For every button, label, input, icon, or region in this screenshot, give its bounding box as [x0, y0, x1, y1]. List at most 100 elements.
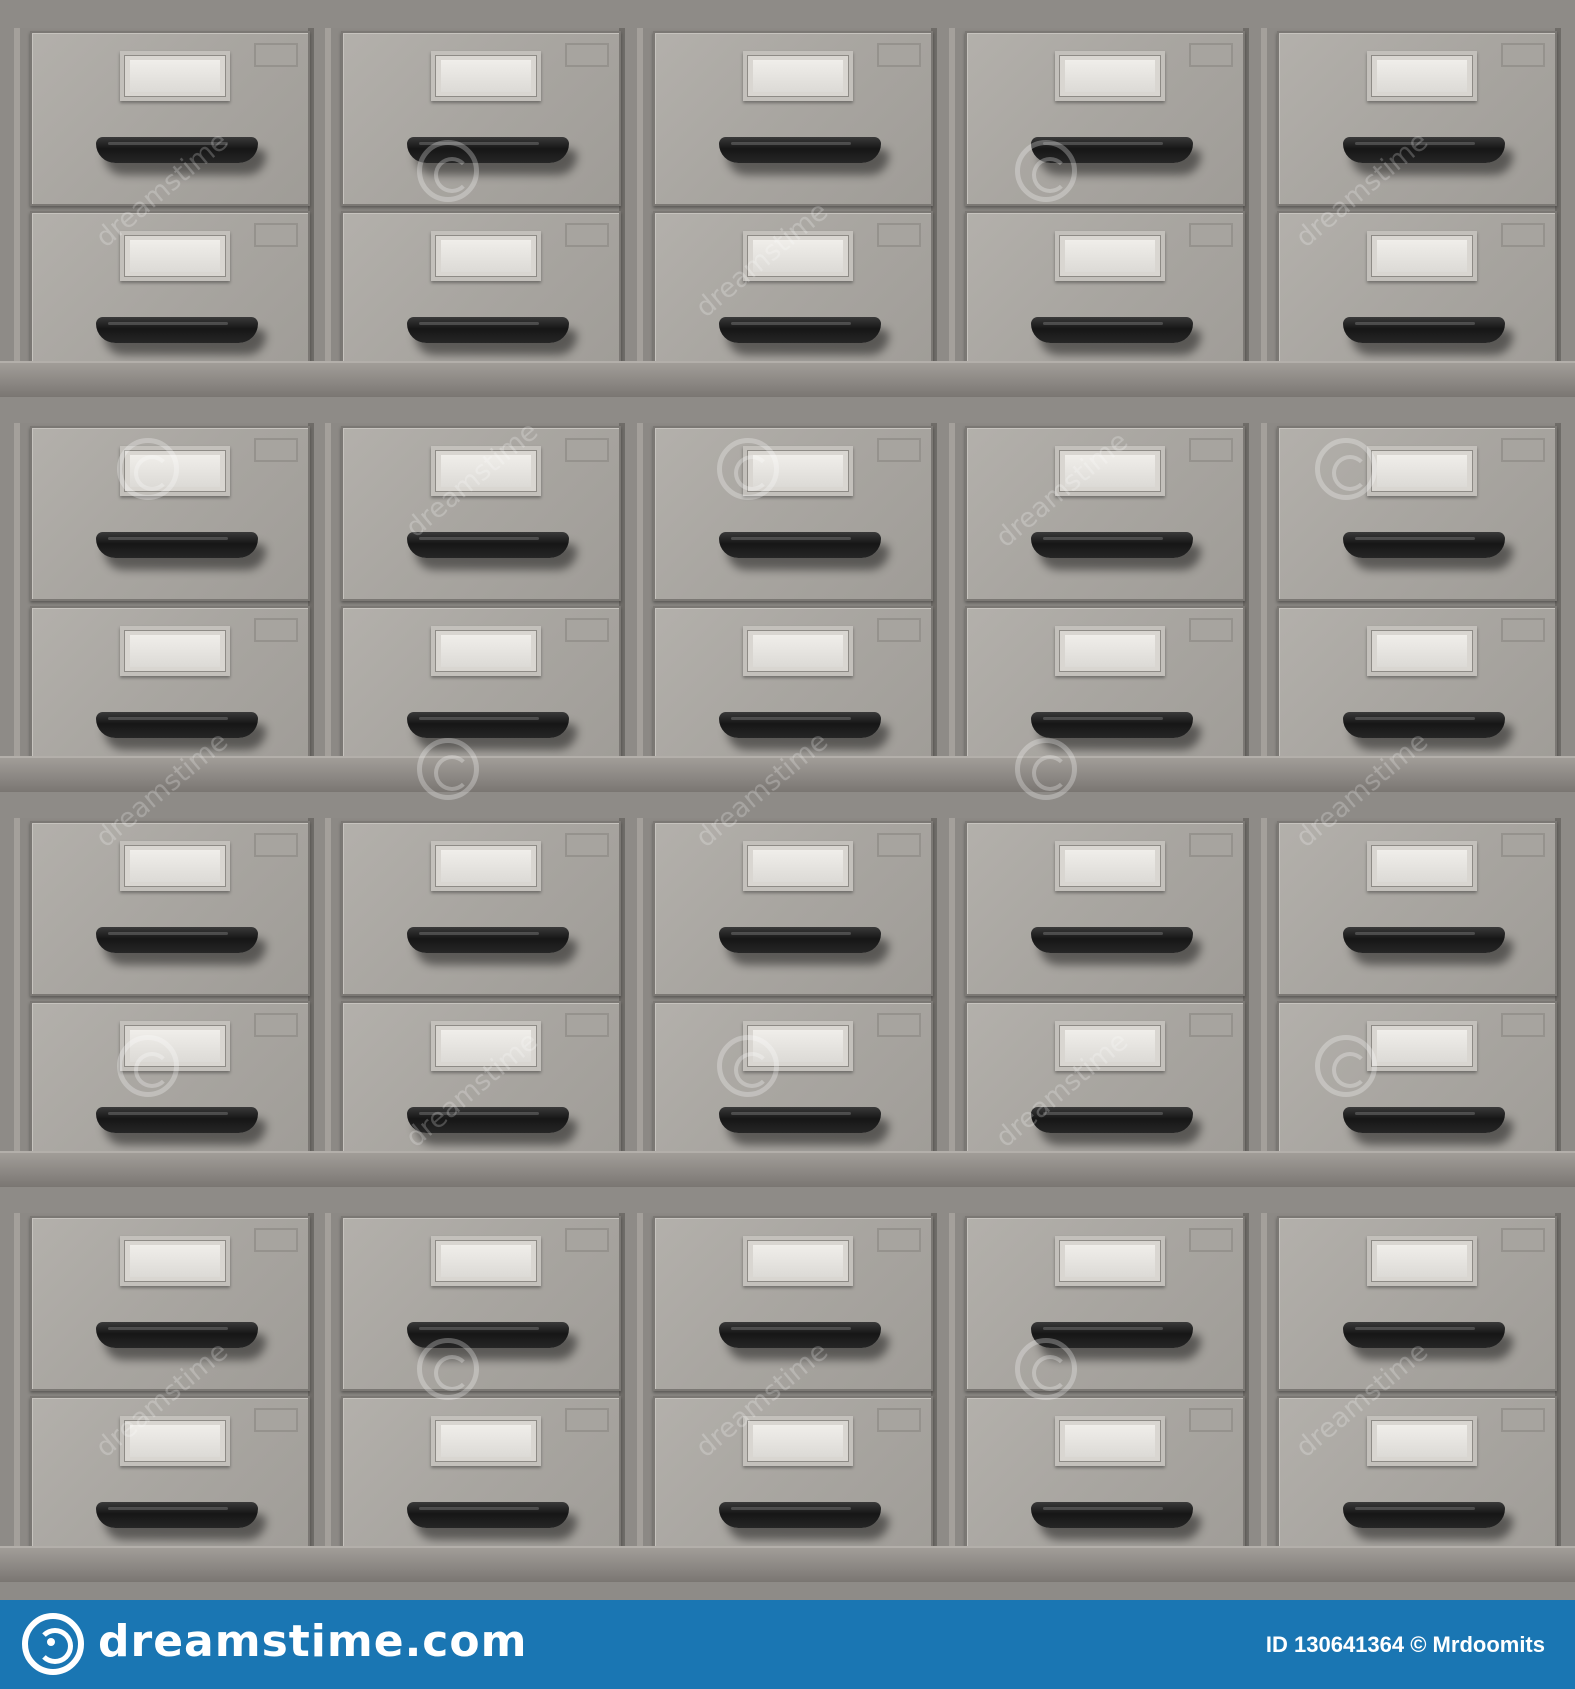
blank-label-card: [1065, 850, 1155, 882]
corner-tag: [565, 1013, 609, 1037]
corner-tag: [877, 1013, 921, 1037]
label-holder: [1055, 841, 1165, 891]
corner-tag: [1189, 1013, 1233, 1037]
drawer: [1277, 606, 1557, 781]
corner-tag: [877, 1408, 921, 1432]
corner-tag: [1189, 223, 1233, 247]
cabinet: [325, 1213, 625, 1575]
blank-label-card: [1377, 60, 1467, 92]
label-holder: [1367, 446, 1477, 496]
drawer-handle: [1031, 137, 1193, 163]
label-holder: [120, 1021, 230, 1071]
blank-label-card: [753, 60, 843, 92]
label-holder: [743, 626, 853, 676]
corner-tag: [1189, 618, 1233, 642]
blank-label-card: [753, 240, 843, 272]
drawer: [30, 821, 310, 996]
shelf-rail: [0, 361, 1575, 397]
drawer: [341, 821, 621, 996]
drawer: [653, 821, 933, 996]
label-holder: [431, 626, 541, 676]
drawer: [965, 1396, 1245, 1571]
corner-tag: [1189, 438, 1233, 462]
blank-label-card: [130, 635, 220, 667]
drawer-handle: [1031, 1502, 1193, 1528]
corner-tag: [1501, 223, 1545, 247]
label-holder: [1367, 626, 1477, 676]
drawer: [30, 426, 310, 601]
label-holder: [1055, 626, 1165, 676]
cabinet-shelf: [0, 0, 1575, 397]
label-holder: [1367, 1236, 1477, 1286]
drawer-handle: [719, 1502, 881, 1528]
drawer: [965, 606, 1245, 781]
drawer: [1277, 1216, 1557, 1391]
drawer: [653, 606, 933, 781]
drawer: [965, 426, 1245, 601]
corner-tag: [254, 1228, 298, 1252]
drawer: [30, 606, 310, 781]
cabinet-shelf: [0, 1185, 1575, 1582]
cabinet: [325, 423, 625, 785]
cabinet: [1261, 423, 1561, 785]
label-holder: [120, 446, 230, 496]
drawer: [30, 1001, 310, 1176]
label-holder: [1367, 1021, 1477, 1071]
drawer: [1277, 821, 1557, 996]
drawer: [30, 31, 310, 206]
label-holder: [1055, 446, 1165, 496]
drawer: [653, 211, 933, 386]
drawer: [965, 31, 1245, 206]
label-holder: [120, 626, 230, 676]
cabinet: [1261, 28, 1561, 390]
drawer-handle: [96, 927, 258, 953]
drawer: [653, 31, 933, 206]
corner-tag: [1501, 1228, 1545, 1252]
label-holder: [120, 841, 230, 891]
drawer-handle: [407, 1107, 569, 1133]
label-holder: [743, 446, 853, 496]
drawer-handle: [407, 137, 569, 163]
drawer-handle: [719, 927, 881, 953]
label-holder: [431, 841, 541, 891]
drawer-handle: [1343, 1107, 1505, 1133]
drawer-handle: [1031, 1107, 1193, 1133]
blank-label-card: [441, 1245, 531, 1277]
drawer-handle: [96, 712, 258, 738]
blank-label-card: [1065, 1245, 1155, 1277]
label-holder: [1367, 231, 1477, 281]
label-holder: [1055, 51, 1165, 101]
cabinet: [14, 1213, 314, 1575]
drawer-handle: [407, 927, 569, 953]
drawer: [1277, 31, 1557, 206]
cabinet: [949, 28, 1249, 390]
drawer-handle: [96, 1322, 258, 1348]
label-holder: [431, 231, 541, 281]
corner-tag: [565, 223, 609, 247]
drawer-handle: [96, 317, 258, 343]
drawer-handle: [96, 1107, 258, 1133]
drawer-handle: [1343, 532, 1505, 558]
drawer: [30, 211, 310, 386]
drawer: [341, 1001, 621, 1176]
drawer: [965, 1216, 1245, 1391]
corner-tag: [1189, 1408, 1233, 1432]
dreamstime-logo-icon: [22, 1613, 84, 1675]
blank-label-card: [1377, 455, 1467, 487]
drawer: [341, 31, 621, 206]
blank-label-card: [130, 455, 220, 487]
label-holder: [743, 841, 853, 891]
drawer-handle: [96, 1502, 258, 1528]
shelf-rail: [0, 1151, 1575, 1187]
drawer-handle: [1343, 137, 1505, 163]
drawer-handle: [407, 317, 569, 343]
blank-label-card: [1377, 635, 1467, 667]
corner-tag: [1501, 1013, 1545, 1037]
blank-label-card: [130, 240, 220, 272]
drawer-handle: [1343, 317, 1505, 343]
corner-tag: [1501, 438, 1545, 462]
label-holder: [431, 446, 541, 496]
corner-tag: [1501, 833, 1545, 857]
blank-label-card: [130, 1425, 220, 1457]
corner-tag: [565, 618, 609, 642]
